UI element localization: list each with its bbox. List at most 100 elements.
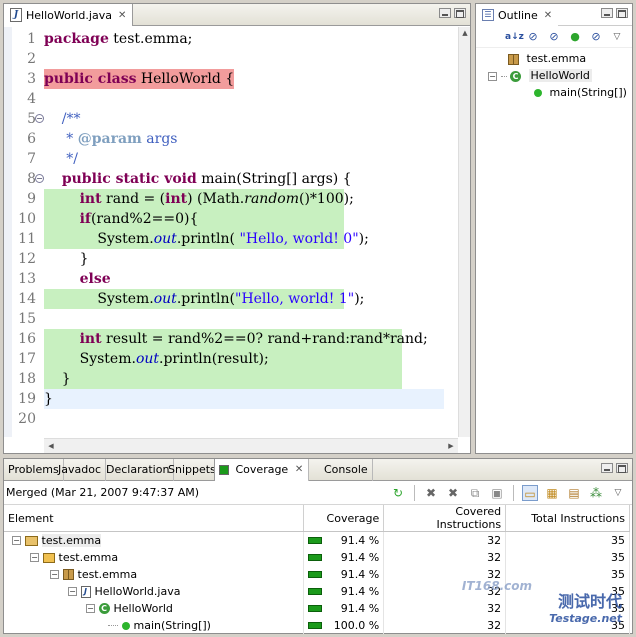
collapse-icon[interactable]: − (68, 587, 77, 596)
maximize-button[interactable] (616, 8, 628, 18)
element-label: test.emma (58, 550, 119, 564)
code-line: 8− public static void main(String[] args… (4, 169, 458, 189)
table-row[interactable]: − test.emma 91.4 % 32 35 (4, 531, 630, 549)
code-text-uncovered[interactable]: public class HelloWorld { (44, 69, 235, 89)
coverage-toolbar: Merged (Mar 21, 2007 9:47:37 AM) ↻ ✖ ✖ ⧉… (4, 481, 632, 505)
remove-session-icon[interactable]: ✖ (423, 485, 439, 501)
code-text[interactable]: } (44, 249, 89, 269)
line-number: 16 (18, 331, 36, 347)
coverage-value: 91.4 % (340, 601, 380, 615)
maximize-button[interactable] (454, 8, 466, 18)
code-text[interactable]: else (44, 269, 111, 289)
show-package-roots-icon[interactable]: ▦ (544, 485, 560, 501)
tab-javadoc[interactable]: Javadoc (54, 459, 106, 481)
coverage-table[interactable]: Element Coverage Covered Instructions To… (4, 505, 630, 634)
scroll-up-icon[interactable]: ▲ (459, 27, 471, 39)
column-header-coverage[interactable]: Coverage (303, 505, 385, 532)
code-text-covered[interactable]: System.out.println("Hello, world! 1"); (44, 289, 364, 309)
table-row[interactable]: − J HelloWorld.java 91.4 % 32 35 (4, 582, 630, 600)
code-text-covered[interactable]: System.out.println(result); (44, 349, 402, 369)
select-session-icon[interactable]: ▣ (489, 485, 505, 501)
outline-tab-label: Outline (498, 8, 538, 22)
outline-view[interactable]: ☰ Outline ✕ a↓z ⊘ ⊘ ● ⊘ ▽ test.emma − C … (475, 3, 633, 454)
fold-toggle-icon[interactable]: − (35, 114, 44, 123)
outline-item-class[interactable]: − C HelloWorld (476, 67, 632, 84)
column-header-total[interactable]: Total Instructions (505, 505, 630, 532)
show-types-icon[interactable]: ⁂ (588, 485, 604, 501)
outline-item-method[interactable]: main(String[]) (476, 84, 632, 101)
collapse-icon[interactable]: − (86, 604, 95, 613)
tab-coverage-label: Coverage (235, 463, 289, 476)
editor-horizontal-scrollbar[interactable]: ◀ ▶ (44, 438, 458, 453)
watermark-title: 测试时代 (557, 592, 622, 611)
hide-nonpublic-icon[interactable]: ● (568, 30, 582, 44)
hide-local-types-icon[interactable]: ⊘ (589, 30, 603, 44)
code-text[interactable]: public static void main(String[] args) { (44, 169, 352, 189)
element-label: HelloWorld.java (94, 584, 181, 598)
code-text-covered[interactable]: int rand = (int) (Math.random()*100); (44, 189, 354, 209)
outline-item-package[interactable]: test.emma (476, 50, 632, 67)
java-file-icon: J (80, 585, 91, 598)
package-icon (62, 569, 74, 580)
line-number: 18 (18, 371, 36, 387)
minimize-button[interactable] (601, 463, 613, 473)
maximize-button[interactable] (616, 463, 628, 473)
code-text-covered[interactable]: System.out.println( "Hello, world! 0"); (44, 229, 369, 249)
line-number: 5 (27, 111, 36, 127)
scroll-left-icon[interactable]: ◀ (44, 439, 58, 453)
relaunch-icon[interactable]: ↻ (390, 485, 406, 501)
line-number: 15 (18, 311, 36, 327)
line-number: 6 (27, 131, 36, 147)
java-editor[interactable]: J HelloWorld.java ✕ 1 package test.emma; … (3, 3, 471, 454)
scroll-right-icon[interactable]: ▶ (444, 439, 458, 453)
outline-tab[interactable]: ☰ Outline ✕ (476, 4, 559, 26)
close-icon[interactable]: ✕ (295, 459, 303, 481)
table-row[interactable]: − test.emma 91.4 % 32 35 (4, 565, 630, 583)
tab-coverage[interactable]: Coverage ✕ (214, 459, 310, 481)
column-header-covered[interactable]: Covered Instructions (383, 505, 507, 532)
view-menu-icon[interactable]: ▽ (610, 30, 624, 44)
code-text[interactable]: package test.emma; (44, 29, 192, 49)
covered-value: 32 (383, 599, 507, 617)
code-text[interactable]: */ (44, 149, 78, 169)
close-icon[interactable]: ✕ (118, 10, 126, 21)
view-menu-icon[interactable]: ▽ (610, 485, 626, 501)
collapse-icon[interactable]: − (488, 71, 497, 81)
line-number: 3 (27, 71, 36, 87)
coverage-panel[interactable]: Problems Javadoc Declaration Snippets Co… (3, 458, 633, 634)
tab-console[interactable]: Console (320, 459, 373, 481)
show-packages-icon[interactable]: ▤ (566, 485, 582, 501)
minimize-button[interactable] (601, 8, 613, 18)
editor-vertical-scrollbar[interactable]: ▲ (458, 27, 470, 437)
table-row[interactable]: − test.emma 91.4 % 32 35 (4, 548, 630, 566)
code-text[interactable]: * @param args (44, 129, 177, 149)
element-label: main(String[]) (133, 618, 211, 632)
hide-static-icon[interactable]: ⊘ (547, 30, 561, 44)
editor-tab-helloworld[interactable]: J HelloWorld.java ✕ (4, 4, 134, 26)
collapse-icon[interactable]: − (30, 553, 39, 562)
table-row[interactable]: − C HelloWorld 91.4 % 32 35 (4, 599, 630, 617)
fold-toggle-icon[interactable]: − (35, 174, 44, 183)
sort-alpha-icon[interactable]: a↓z (505, 30, 524, 44)
code-text[interactable]: /** (44, 109, 81, 129)
remove-all-sessions-icon[interactable]: ✖ (445, 485, 461, 501)
code-line: 4 (4, 89, 458, 109)
code-text-current-line[interactable]: } (44, 389, 444, 409)
collapse-icon[interactable]: − (12, 536, 21, 546)
merge-sessions-icon[interactable]: ⧉ (467, 485, 483, 501)
code-text-covered[interactable]: } (44, 369, 402, 389)
close-icon[interactable]: ✕ (544, 10, 552, 21)
tab-snippets[interactable]: Snippets (164, 459, 221, 481)
code-text-covered[interactable]: int result = rand%2==0? rand+rand:rand*r… (44, 329, 428, 349)
hide-fields-icon[interactable]: ⊘ (526, 30, 540, 44)
code-text-covered[interactable]: if(rand%2==0){ (44, 209, 344, 229)
collapse-icon[interactable]: − (50, 570, 59, 579)
minimize-button[interactable] (439, 8, 451, 18)
code-area[interactable]: 1 package test.emma; 2 3 public class Hell… (4, 27, 470, 437)
package-icon (508, 53, 519, 65)
table-row[interactable]: main(String[]) 100.0 % 32 35 (4, 616, 630, 634)
show-projects-icon[interactable]: ▭ (522, 485, 538, 501)
outline-tree[interactable]: test.emma − C HelloWorld main(String[]) (476, 48, 632, 101)
column-header-element[interactable]: Element (4, 505, 305, 532)
line-number: 11 (18, 231, 36, 247)
